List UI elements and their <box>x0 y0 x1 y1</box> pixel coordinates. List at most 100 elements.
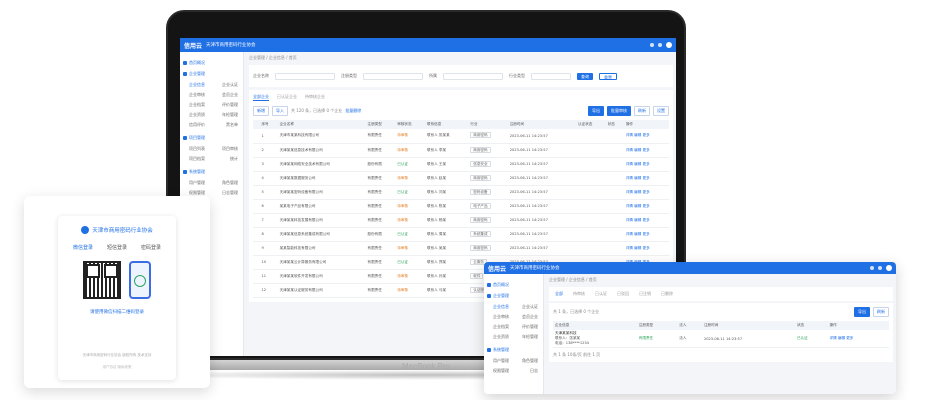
pager[interactable]: 共 1 条 10条/页 前往 1 页 <box>553 352 889 358</box>
row-actions[interactable]: 详情 编辑 更多 <box>623 227 669 242</box>
column-header[interactable]: 法人 <box>677 321 702 330</box>
sidebar-group[interactable]: 首页概况 <box>183 60 240 66</box>
row-action-links[interactable]: 详情 编辑 更多 <box>626 162 650 166</box>
sidebar-item[interactable]: 企业审核 <box>493 314 509 320</box>
row-actions[interactable]: 详情 编辑 更多 <box>623 129 669 144</box>
table-row[interactable]: 3 天津某某网络安全技术有限公司 股份有限 已认证 联系人 王某 信息安全 2023-06-… <box>253 157 669 172</box>
column-header[interactable]: 注册类型 <box>636 321 678 330</box>
window-refresh-button[interactable]: 刷新 <box>873 307 889 317</box>
table-row[interactable]: 天津某某科技 联系人：张某某 电话：138****1234 有限责任 法人 20… <box>553 330 889 348</box>
tab-all[interactable]: 全部企业 <box>253 94 269 101</box>
table-row[interactable]: 1 天津市某某科技有限公司 有限责任 待审核 联系人 张某某 商用密码 2023-06-11… <box>253 129 669 144</box>
batch-review-button[interactable]: 批量审核 <box>607 106 631 116</box>
window-tab[interactable]: 已驳回 <box>617 291 629 297</box>
bell-icon[interactable] <box>870 266 874 270</box>
import-button[interactable]: 导入 <box>272 106 288 116</box>
sidebar-item[interactable]: 企业信息 <box>189 82 205 88</box>
sidebar-item[interactable]: 用户管理 <box>189 180 205 186</box>
tab-wechat-login[interactable]: 微信登录 <box>73 244 93 251</box>
row-action-links[interactable]: 详情 编辑 更多 <box>626 133 650 137</box>
table-row[interactable]: 9 某某智能科技有限公司 有限责任 待审核 联系人 吴某 商用密码 2023-06-11 1… <box>253 241 669 256</box>
row-action-links[interactable]: 详情 编辑 更多 <box>626 204 650 208</box>
app-logo[interactable]: 信用云 <box>184 41 202 50</box>
row-actions[interactable]: 详情 编辑 更多 <box>623 171 669 186</box>
table-row[interactable]: 2 天津某某信息技术有限公司 有限责任 待审核 联系人 李某 商用密码 2023-06-11… <box>253 143 669 158</box>
sidebar-group[interactable]: 项目管理 <box>183 135 240 141</box>
sidebar-item[interactable]: 会员企业 <box>522 314 538 320</box>
sidebar-item[interactable]: 统计 <box>230 156 238 162</box>
column-header[interactable]: 状态 <box>794 321 828 330</box>
settings-button[interactable]: 设置 <box>653 106 669 116</box>
sidebar-item[interactable]: 年检管理 <box>222 112 238 118</box>
column-header[interactable]: 状态 <box>605 120 624 129</box>
column-header[interactable]: 审核状态 <box>395 120 425 129</box>
sidebar-group[interactable]: 企业管理 <box>487 293 540 299</box>
filter-select-3[interactable] <box>443 72 503 80</box>
sidebar-group[interactable]: 首页概况 <box>487 282 540 288</box>
batch-delete-link[interactable]: 批量删除 <box>345 108 361 114</box>
row-action-links[interactable]: 详情 编辑 更多 <box>626 232 650 236</box>
settings-icon[interactable] <box>878 266 882 270</box>
window-tab[interactable]: 全部 <box>555 291 563 297</box>
row-actions[interactable]: 详情 编辑 更多 <box>623 213 669 228</box>
add-button[interactable]: 新增 <box>253 106 269 116</box>
sidebar-item[interactable]: 项目审核 <box>222 146 238 152</box>
sidebar-item[interactable]: 企业档案 <box>189 102 205 108</box>
window-tab[interactable]: 已注销 <box>639 291 651 297</box>
column-header[interactable]: 操作 <box>623 120 669 129</box>
row-actions[interactable]: 详情 编辑 更多 <box>623 143 669 158</box>
tab-pending[interactable]: 待审核企业 <box>305 94 325 101</box>
sidebar-item[interactable]: 企业认证 <box>522 304 538 310</box>
sidebar-item[interactable]: 信用评价 <box>189 122 205 128</box>
sidebar-item[interactable]: 用户管理 <box>493 358 509 364</box>
search-button[interactable]: 查询 <box>577 72 593 80</box>
sidebar-item[interactable]: 日志 <box>530 368 538 374</box>
window-tab[interactable]: 已删除 <box>661 291 673 297</box>
table-row[interactable]: 5 天津某某密码设备有限公司 有限责任 已认证 联系人 刘某 密码设备 2023-06-11… <box>253 185 669 200</box>
avatar[interactable] <box>666 42 672 48</box>
window-tab[interactable]: 待审核 <box>573 291 585 297</box>
sidebar-item[interactable]: 评价管理 <box>522 324 538 330</box>
column-header[interactable]: 联系信息 <box>425 120 469 129</box>
sidebar-item[interactable]: 项目档案 <box>189 156 205 162</box>
tab-sms-login[interactable]: 短信登录 <box>107 244 127 251</box>
sidebar-group[interactable]: 企业管理 <box>183 71 240 77</box>
window-tab[interactable]: 已认证 <box>595 291 607 297</box>
sidebar-item[interactable]: 评价管理 <box>222 102 238 108</box>
sidebar-item[interactable]: 年检管理 <box>522 334 538 340</box>
sidebar-group[interactable]: 系统管理 <box>487 347 540 353</box>
sidebar-item[interactable]: 项目列表 <box>189 146 205 152</box>
column-header[interactable]: 注册时间 <box>701 321 795 330</box>
column-header[interactable]: 行业 <box>468 120 508 129</box>
reset-button[interactable]: 重置 <box>599 72 617 80</box>
column-header[interactable]: 序号 <box>259 120 278 129</box>
column-header[interactable]: 企业名称 <box>277 120 366 129</box>
row-action-links[interactable]: 详情 编辑 更多 <box>626 246 650 250</box>
column-header[interactable]: 企业信息 <box>553 321 637 330</box>
row-actions[interactable]: 详情 编辑 更多 <box>623 199 669 214</box>
table-row[interactable]: 8 天津某某信息系统集成有限公司 股份有限 已认证 联系人 周某 系统集成 2023-06-… <box>253 227 669 242</box>
sidebar-group[interactable]: 系统管理 <box>183 169 240 175</box>
row-actions[interactable]: 详情 编辑 更多 <box>827 330 889 348</box>
sidebar-item[interactable]: 角色管理 <box>522 358 538 364</box>
qr-footer-links[interactable]: 用户协议 隐私政策 <box>58 365 176 370</box>
table-row[interactable]: 6 某某电子产品有限公司 有限责任 待审核 联系人 陈某 电子产品 2023-06-11 1… <box>253 199 669 214</box>
sidebar-item[interactable]: 企业认证 <box>222 82 238 88</box>
row-actions[interactable]: 详情 编辑 更多 <box>623 185 669 200</box>
sidebar-item[interactable]: 黑名单 <box>226 122 238 128</box>
sidebar-item[interactable]: 企业信息 <box>493 304 509 310</box>
window-export-button[interactable]: 导出 <box>854 307 870 317</box>
row-actions[interactable]: 详情 编辑 更多 <box>623 157 669 172</box>
export-button[interactable]: 导出 <box>588 106 604 116</box>
row-action-links[interactable]: 详情 编辑 更多 <box>626 176 650 180</box>
sidebar-item[interactable]: 日志管理 <box>222 190 238 196</box>
sidebar-item[interactable]: 企业档案 <box>493 324 509 330</box>
sidebar-item[interactable]: 权限管理 <box>493 368 509 374</box>
row-action-links[interactable]: 详情 编辑 更多 <box>626 218 650 222</box>
row-actions[interactable]: 详情 编辑 更多 <box>623 241 669 256</box>
refresh-button[interactable]: 刷新 <box>634 106 650 116</box>
sidebar-item[interactable]: 企业资质 <box>189 112 205 118</box>
tab-password-login[interactable]: 密码登录 <box>141 244 161 251</box>
column-header[interactable]: 注册时间 <box>507 120 576 129</box>
window-logo[interactable]: 信用云 <box>488 264 506 273</box>
